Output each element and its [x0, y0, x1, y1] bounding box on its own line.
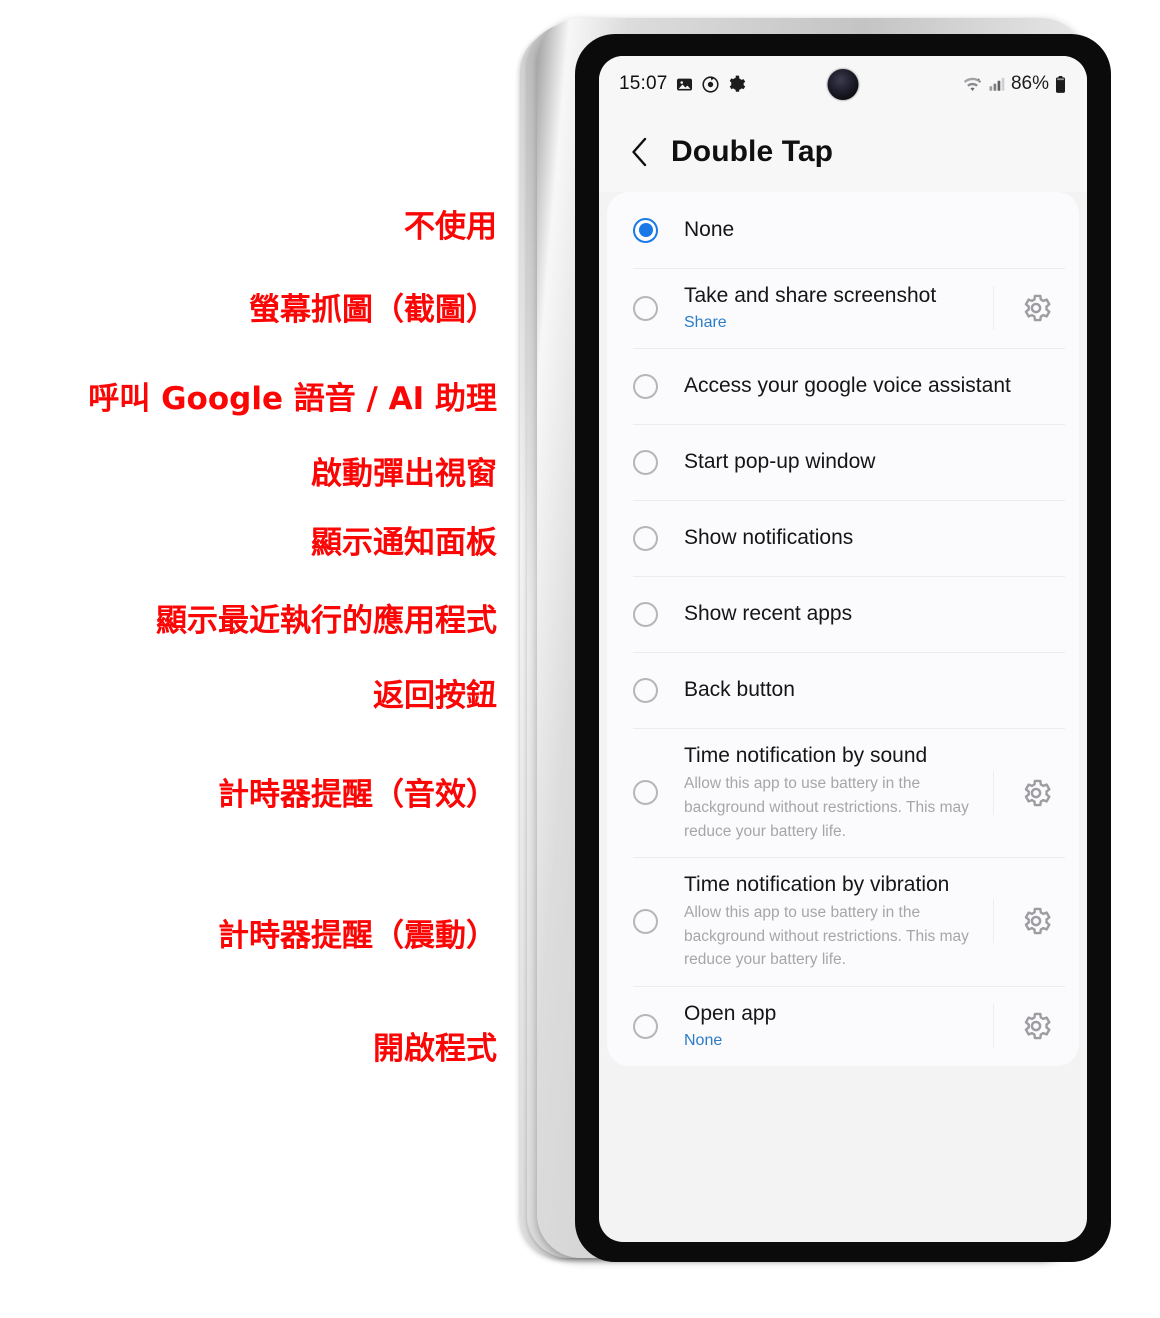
radio-button[interactable] [633, 449, 658, 475]
radio-button[interactable] [633, 295, 658, 321]
option-row[interactable]: Time notification by sound Allow this app… [607, 728, 1079, 857]
annotation-label: 返回按鈕 [373, 678, 497, 714]
option-settings-gear-icon[interactable] [993, 857, 1079, 986]
option-title: Show recent apps [684, 602, 853, 626]
option-sublink[interactable]: Share [684, 311, 993, 334]
option-text-block: Time notification by sound Allow this app… [684, 728, 993, 857]
cellular-signal-icon [988, 75, 1006, 93]
option-row[interactable]: Access your google voice assistant [607, 348, 1079, 424]
annotation-label: 開啟程式 [373, 1031, 497, 1067]
option-row[interactable]: Back button [607, 652, 1079, 728]
option-text-block: Start pop-up window [684, 434, 1055, 490]
option-row[interactable]: Show recent apps [607, 576, 1079, 652]
radio-button[interactable] [633, 525, 658, 551]
battery-percent-label: 86% [1010, 73, 1049, 94]
option-row[interactable]: Time notification by vibration Allow this… [607, 857, 1079, 986]
annotation-label: 顯示通知面板 [311, 525, 497, 561]
battery-icon [1054, 75, 1067, 94]
option-title: Open app [684, 1001, 777, 1025]
option-text-block: Show recent apps [684, 586, 1055, 642]
option-title: Access your google voice assistant [684, 374, 1011, 398]
annotation-label: 計時器提醒（音效） [218, 777, 497, 813]
phone-screen: 15:07 86% Double Tap None Take and share… [599, 56, 1087, 1242]
device-metal-frame: 15:07 86% Double Tap None Take and share… [537, 18, 1111, 1262]
image-icon [675, 75, 694, 94]
option-title: Time notification by sound [684, 744, 928, 768]
option-text-block: Open app None [684, 986, 993, 1066]
device-bezel: 15:07 86% Double Tap None Take and share… [575, 34, 1111, 1262]
option-text-block: Show notifications [684, 510, 1055, 566]
option-settings-gear-icon[interactable] [993, 268, 1079, 348]
radio-button[interactable] [633, 677, 658, 703]
option-settings-gear-icon[interactable] [993, 986, 1079, 1066]
option-text-block: Take and share screenshot Share [684, 268, 993, 348]
radio-button[interactable] [633, 1013, 658, 1039]
option-title: Take and share screenshot [684, 284, 937, 307]
status-bar-right: 86% [962, 56, 1067, 112]
option-settings-gear-icon[interactable] [993, 728, 1079, 857]
option-text-block: Back button [684, 662, 1055, 718]
option-description: Allow this app to use battery in the bac… [684, 775, 969, 840]
status-clock: 15:07 [619, 73, 668, 94]
option-text-block: None [684, 202, 1055, 258]
radio-button[interactable] [633, 908, 658, 934]
settings-card-wrapper: None Take and share screenshot Share Access… [599, 192, 1087, 1067]
status-bar-left: 15:07 [619, 73, 746, 95]
phone-device: 15:07 86% Double Tap None Take and share… [505, 8, 1111, 1273]
option-title: Show notifications [684, 526, 854, 550]
option-description: Allow this app to use battery in the bac… [684, 904, 969, 969]
annotation-label: 螢幕抓圖（截圖） [249, 292, 497, 328]
annotation-column: 不使用螢幕抓圖（截圖） 呼叫 Google 語音 / AI 助理啟動彈出視窗 顯示通… [0, 0, 505, 1318]
capture-icon [701, 75, 720, 94]
option-title: Time notification by vibration [684, 873, 950, 897]
option-row[interactable]: Take and share screenshot Share [607, 268, 1079, 348]
screenshot-root: 不使用螢幕抓圖（截圖） 呼叫 Google 語音 / AI 助理啟動彈出視窗 顯示通… [0, 0, 1160, 1318]
annotation-label: 呼叫 Google 語音 / AI 助理 [88, 381, 497, 417]
option-title: None [684, 217, 735, 241]
back-chevron-icon[interactable] [629, 136, 649, 168]
status-bar: 15:07 86% [599, 56, 1087, 112]
option-sublink[interactable]: None [684, 1029, 993, 1052]
option-title: Start pop-up window [684, 450, 876, 474]
option-text-block: Time notification by vibration Allow this… [684, 857, 993, 986]
annotation-label: 不使用 [404, 209, 497, 245]
option-row[interactable]: Open app None [607, 985, 1079, 1066]
option-row[interactable]: None [607, 192, 1079, 268]
radio-button-selected[interactable] [633, 217, 658, 243]
gear-icon [727, 75, 746, 94]
option-row[interactable]: Start pop-up window [607, 424, 1079, 500]
annotation-label: 顯示最近執行的應用程式 [156, 603, 497, 639]
double-tap-options-card: None Take and share screenshot Share Access… [607, 192, 1079, 1067]
option-title: Back button [684, 678, 795, 702]
app-bar: Double Tap [599, 112, 1087, 192]
wifi-icon [962, 75, 983, 94]
option-text-block: Access your google voice assistant [684, 358, 1055, 414]
annotation-label: 啟動彈出視窗 [311, 456, 497, 492]
radio-button[interactable] [633, 373, 658, 399]
page-title: Double Tap [671, 135, 834, 168]
option-row[interactable]: Show notifications [607, 500, 1079, 576]
front-camera-punch-hole [827, 69, 859, 100]
radio-button[interactable] [633, 780, 658, 806]
radio-button[interactable] [633, 601, 658, 627]
annotation-label: 計時器提醒（震動） [218, 918, 497, 954]
